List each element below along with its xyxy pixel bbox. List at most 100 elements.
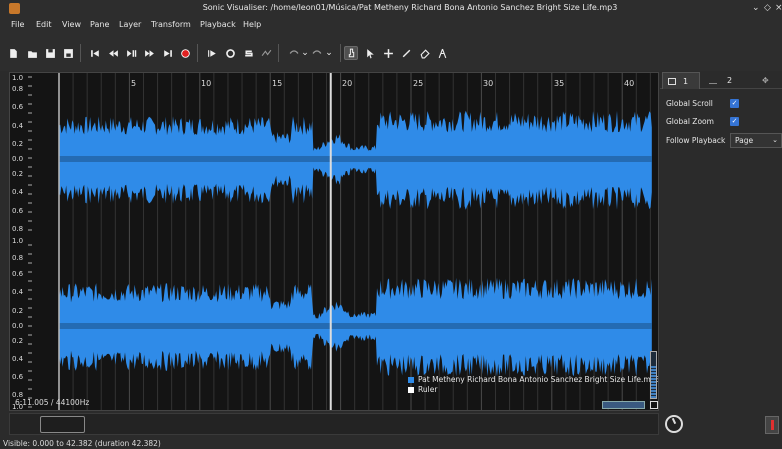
erase-icon[interactable] <box>417 46 431 60</box>
scale-tick-label: 0.2 <box>12 307 24 315</box>
scale-tick-label: 0.8 <box>12 85 24 93</box>
draw-icon[interactable] <box>399 46 413 60</box>
overview-map[interactable] <box>602 401 645 409</box>
open-file-icon[interactable] <box>25 46 39 60</box>
loop-icon[interactable] <box>223 46 237 60</box>
toolbar: ⌄ ⌄ <box>0 33 782 71</box>
restore-icon[interactable]: ◇ <box>764 3 771 13</box>
menu-view[interactable]: View <box>62 20 81 29</box>
legend-swatch <box>408 386 414 393</box>
ruler-tick-label: 15 <box>272 79 283 88</box>
scale-tick-label: 0.4 <box>12 355 24 363</box>
scale-tick-label: 0.6 <box>12 373 24 381</box>
menu-help[interactable]: Help <box>243 20 261 29</box>
follow-playback-icon[interactable] <box>259 46 273 60</box>
close-icon[interactable]: × <box>775 3 782 13</box>
level-meter <box>650 351 657 399</box>
window-title: Sonic Visualiser: /home/leon01/Música/Pa… <box>202 3 618 12</box>
scale-tick-label: 0.8 <box>12 225 24 233</box>
move-icon[interactable] <box>381 46 395 60</box>
menu-bar: File Edit View Pane Layer Transform Play… <box>0 17 782 33</box>
global-scroll-label: Global Scroll <box>666 99 713 108</box>
legend-waveform-label: Pat Metheny Richard Bona Antonio Sanchez… <box>418 375 659 384</box>
select-icon[interactable] <box>363 46 377 60</box>
ruler-tick-label: 5 <box>131 79 137 88</box>
global-zoom-checkbox[interactable]: ✓ <box>730 117 739 126</box>
global-zoom-label: Global Zoom <box>666 117 714 126</box>
chevron-down-icon[interactable]: ⌄ <box>752 3 760 13</box>
ruler-tick-label: 10 <box>201 79 212 88</box>
fast-forward-icon[interactable] <box>142 46 156 60</box>
chevron-down-icon: ⌄ <box>772 136 778 144</box>
property-tabs: 1 2 ✥ <box>660 72 782 89</box>
tab-ruler[interactable]: ✥ <box>760 72 782 89</box>
waveform-layer-icon <box>709 77 717 84</box>
scale-tick-label: 0.6 <box>12 207 24 215</box>
ruler-tick-label: 25 <box>413 79 424 88</box>
ruler-layer-icon: ✥ <box>762 76 769 85</box>
menu-transform[interactable]: Transform <box>151 20 191 29</box>
toolbar-separator <box>278 44 279 62</box>
menu-playback[interactable]: Playback <box>200 20 236 29</box>
position-info: 6:11.005 / 44100Hz <box>15 398 90 407</box>
record-icon[interactable] <box>178 46 192 60</box>
layer-legend: Pat Metheny Richard Bona Antonio Sanchez… <box>408 375 659 395</box>
ruler-tick-label: 35 <box>554 79 565 88</box>
scale-tick-label: 0.4 <box>12 288 24 296</box>
tab-pane-1-label: 1 <box>683 76 689 86</box>
navigate-icon[interactable] <box>344 46 358 60</box>
toolbar-separator <box>340 44 341 62</box>
scale-tick-label: 0.0 <box>12 155 24 163</box>
toolbar-separator <box>80 44 81 62</box>
waveform-center-band <box>59 323 652 329</box>
menu-pane[interactable]: Pane <box>90 20 109 29</box>
solo-icon[interactable] <box>241 46 255 60</box>
toolbar-separator <box>197 44 198 62</box>
follow-playback-select[interactable]: Page ⌄ <box>730 133 782 148</box>
play-selection-icon[interactable] <box>205 46 219 60</box>
tab-layer-2-label: 2 <box>727 76 733 85</box>
redo-menu-icon[interactable]: ⌄ <box>322 46 336 60</box>
legend-waveform: Pat Metheny Richard Bona Antonio Sanchez… <box>408 375 659 384</box>
ruler-tick-label: 30 <box>483 79 494 88</box>
pane-icon <box>668 77 676 85</box>
new-file-icon[interactable] <box>6 46 20 60</box>
waveform-canvas[interactable] <box>10 73 659 411</box>
tab-layer-2[interactable]: 2 <box>705 72 745 89</box>
bottom-controls <box>0 411 782 438</box>
scale-tick-label: 1.0 <box>12 74 24 82</box>
waveform-pane[interactable]: 5 10 15 20 25 30 35 40 1.0 0.8 0.6 0.4 0.2 0.0 0.2 0.4… <box>9 72 659 411</box>
menu-file[interactable]: File <box>11 20 24 29</box>
scale-tick-label: 0.2 <box>12 337 24 345</box>
play-pause-icon[interactable] <box>124 46 138 60</box>
tab-pane-1[interactable]: 1 <box>662 72 700 89</box>
title-bar: Sonic Visualiser: /home/leon01/Música/Pa… <box>0 0 782 17</box>
rewind-start-icon[interactable] <box>88 46 102 60</box>
scale-tick-label: 1.0 <box>12 237 24 245</box>
zoom-dial[interactable] <box>665 415 683 433</box>
property-panel: 1 2 ✥ Global Scroll ✓ Global Zoom ✓ Foll… <box>660 72 782 412</box>
fast-forward-end-icon[interactable] <box>160 46 174 60</box>
horizontal-zoom-track <box>9 413 659 435</box>
legend-ruler: Ruler <box>408 385 658 394</box>
menu-layer[interactable]: Layer <box>119 20 141 29</box>
pane-corner-toggle[interactable] <box>650 401 658 409</box>
follow-playback-value: Page <box>735 136 754 145</box>
ruler-tick-label: 40 <box>624 79 635 88</box>
scale-tick-label: 0.4 <box>12 188 24 196</box>
save-icon[interactable] <box>43 46 57 60</box>
global-scroll-checkbox[interactable]: ✓ <box>730 99 739 108</box>
horizontal-scroll-thumb[interactable] <box>40 416 85 433</box>
alert-icon[interactable] <box>765 416 779 434</box>
ruler-tick-label: 20 <box>342 79 353 88</box>
waveform-center-band <box>59 156 652 162</box>
rewind-icon[interactable] <box>106 46 120 60</box>
menu-edit[interactable]: Edit <box>36 20 52 29</box>
save-as-icon[interactable] <box>61 46 75 60</box>
legend-ruler-label: Ruler <box>418 385 438 394</box>
scale-tick-label: 0.2 <box>12 140 24 148</box>
scale-tick-label: 0.4 <box>12 122 24 130</box>
legend-swatch <box>408 376 414 383</box>
measure-icon[interactable] <box>435 46 449 60</box>
follow-playback-label: Follow Playback <box>666 136 726 145</box>
